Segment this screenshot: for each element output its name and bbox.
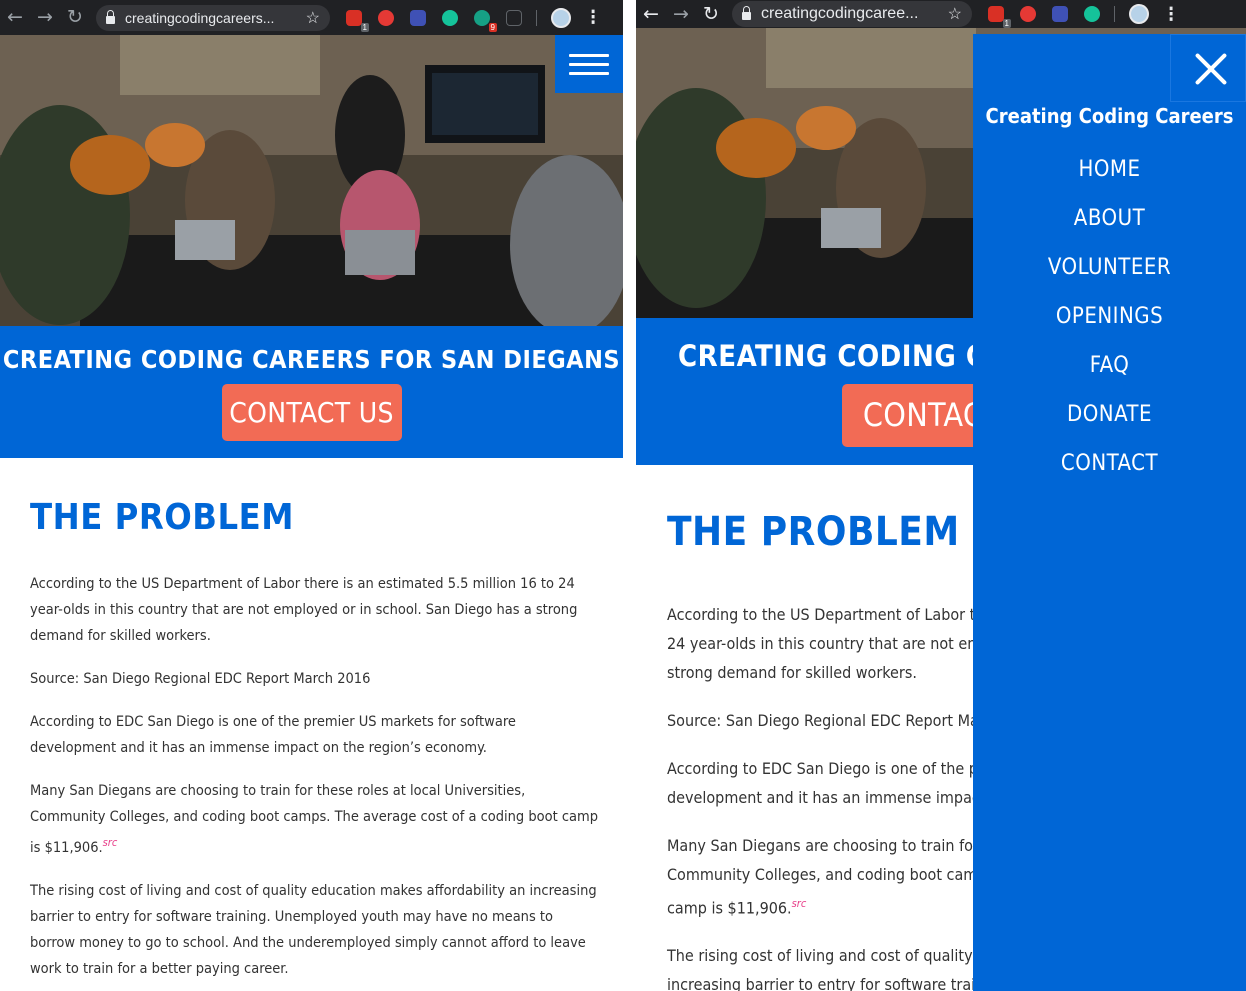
browser-menu-icon[interactable]: ⋮ (1163, 4, 1179, 25)
screenshot-gap (623, 0, 636, 991)
reload-icon[interactable]: ↻ (696, 4, 726, 24)
menu-item-about[interactable]: ABOUT (973, 201, 1246, 250)
browser-menu-icon[interactable]: ⋮ (585, 7, 601, 28)
hamburger-bar (569, 62, 609, 66)
hamburger-menu-button[interactable] (555, 35, 623, 93)
forward-icon[interactable]: → (666, 4, 696, 24)
url-text: creatingcodingcareers... (125, 9, 275, 26)
address-bar[interactable]: creatingcodingcareers... ☆ (96, 4, 330, 31)
menu-item-donate[interactable]: DONATE (973, 397, 1246, 446)
extension-icon-adblock[interactable] (1020, 6, 1036, 22)
contact-us-button[interactable]: CONTACT US (221, 384, 402, 441)
forward-icon[interactable]: → (30, 8, 60, 27)
back-icon[interactable]: ← (636, 4, 666, 24)
back-icon[interactable]: ← (0, 8, 30, 27)
close-icon[interactable] (1170, 34, 1246, 102)
section-title: THE PROBLEM (30, 497, 294, 538)
toolbar-divider (536, 9, 537, 26)
paragraph: According to the US Department of Labor … (30, 576, 578, 644)
paragraph: The rising cost of living and cost of qu… (30, 882, 597, 977)
lock-icon (742, 6, 751, 20)
menu-item-home[interactable]: HOME (973, 152, 1246, 201)
menu-item-faq[interactable]: FAQ (973, 348, 1246, 397)
bookmark-star-icon[interactable]: ☆ (948, 4, 962, 24)
paragraph-text: Many San Diegans are choosing to train f… (667, 836, 999, 918)
toolbar-divider (1114, 6, 1115, 22)
right-screenshot: ← → ↻ creatingcodingcaree... ☆ 1 ⋮ CREAT… (636, 0, 1246, 991)
mobile-nav-overlay: Creating Coding Careers HOME ABOUT VOLUN… (973, 34, 1246, 991)
extension-icon-todo[interactable]: 1 (346, 9, 369, 32)
paragraph: Many San Diegans are choosing to train f… (30, 778, 599, 861)
menu-item-volunteer[interactable]: VOLUNTEER (973, 250, 1246, 299)
browser-toolbar: ← → ↻ creatingcodingcareers... ☆ 1 9 ⋮ (0, 0, 623, 35)
extension-icon-mountain[interactable] (506, 9, 522, 26)
profile-avatar-icon[interactable] (1129, 4, 1149, 24)
menu-item-openings[interactable]: OPENINGS (973, 299, 1246, 348)
menu-item-contact[interactable]: CONTACT (973, 446, 1246, 495)
hamburger-bar (569, 71, 609, 75)
url-text: creatingcodingcaree... (761, 5, 919, 22)
source-link[interactable]: src (792, 897, 807, 910)
problem-section: THE PROBLEM According to the US Departme… (0, 458, 623, 991)
extension-icon-other[interactable]: 9 (474, 9, 497, 32)
hero-banner: CREATING CODING CAREERS FOR SAN DIEGANS … (0, 326, 623, 458)
mobile-nav-menu: HOME ABOUT VOLUNTEER OPENINGS FAQ DONATE… (973, 152, 1246, 495)
profile-avatar-icon[interactable] (551, 7, 571, 28)
extension-icon-grammarly[interactable] (1084, 6, 1100, 22)
extension-icon-ghostery[interactable] (410, 9, 426, 26)
lock-icon (106, 9, 115, 24)
paragraph: Source: San Diego Regional EDC Report Ma… (30, 671, 371, 687)
hero-image (0, 35, 623, 326)
bookmark-star-icon[interactable]: ☆ (306, 8, 320, 28)
menu-brand[interactable]: Creating Coding Careers (973, 104, 1246, 128)
left-screenshot: ← → ↻ creatingcodingcareers... ☆ 1 9 ⋮ C… (0, 0, 623, 991)
browser-toolbar: ← → ↻ creatingcodingcaree... ☆ 1 ⋮ (636, 0, 1246, 28)
hamburger-bar (569, 53, 609, 57)
banner-title: CREATING CODING CAREERS FOR SAN DIEGANS (2, 345, 621, 374)
source-link[interactable]: src (103, 836, 118, 849)
address-bar[interactable]: creatingcodingcaree... ☆ (732, 1, 972, 27)
reload-icon[interactable]: ↻ (60, 8, 90, 27)
extension-icon-ghostery[interactable] (1052, 6, 1068, 22)
extension-icon-adblock[interactable] (378, 9, 394, 26)
extension-icon-grammarly[interactable] (442, 9, 458, 26)
extension-icon-todo[interactable]: 1 (988, 6, 1011, 28)
paragraph: According to EDC San Diego is one of the… (30, 714, 516, 756)
